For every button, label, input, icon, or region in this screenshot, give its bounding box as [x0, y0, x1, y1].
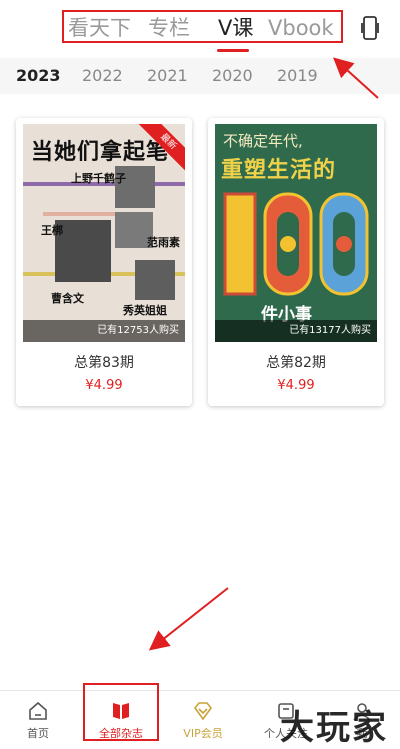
nav-home[interactable]: 首页	[0, 691, 76, 748]
magazine-card-83[interactable]: 当她们拿起笔 最新 上野千鹤子 王梆 范雨素 曹含文 秀英姐姐 已有12753人…	[16, 118, 192, 406]
magazine-cover-82: 不确定年代, 重塑生活的 件小事 已有13177人购买	[215, 124, 377, 342]
year-2020[interactable]: 2020	[212, 66, 253, 85]
year-2021[interactable]: 2021	[147, 66, 188, 85]
year-2022[interactable]: 2022	[82, 66, 123, 85]
cover-name-label: 王梆	[41, 224, 63, 237]
vip-diamond-icon	[193, 702, 213, 721]
tab-vbook[interactable]: Vbook	[268, 14, 334, 42]
magazine-cover-83: 当她们拿起笔 最新 上野千鹤子 王梆 范雨素 曹含文 秀英姐姐 已有12753人…	[23, 124, 185, 342]
nav-vip-label: VIP会员	[183, 727, 223, 740]
cover-headline: 当她们拿起笔	[31, 140, 170, 165]
home-icon	[29, 701, 47, 720]
cover-name-label: 曹含文	[51, 292, 84, 305]
year-2019[interactable]: 2019	[277, 66, 318, 85]
issue-price: ¥4.99	[277, 378, 315, 393]
tab-zhuanlan[interactable]: 专栏	[148, 14, 190, 42]
cover-headline: 重塑生活的	[221, 158, 337, 183]
cover-name-label: 秀英姐姐	[123, 304, 167, 317]
cover-name-label: 范雨素	[147, 236, 180, 249]
buyers-count: 已有12753人购买	[23, 320, 185, 342]
buyers-count: 已有13177人购买	[215, 320, 377, 342]
nav-vip[interactable]: VIP会员	[165, 691, 241, 748]
year-filter-row: 2023 2022 2021 2020 2019	[0, 58, 400, 94]
cover-photo	[55, 220, 111, 282]
cover-photo	[135, 260, 175, 300]
issue-title: 总第82期	[266, 355, 326, 371]
cover-number-art	[223, 192, 369, 296]
top-tab-bar: 看天下 专栏 V课 Vbook	[0, 0, 400, 58]
cover-subtitle: 不确定年代,	[223, 132, 303, 150]
watermark-text: 大玩家	[280, 708, 388, 748]
issue-title: 总第83期	[74, 355, 134, 371]
annotation-nav-highlight	[83, 683, 159, 741]
nav-home-label: 首页	[27, 727, 49, 740]
year-2023[interactable]: 2023	[16, 66, 61, 85]
arrow-to-all-magazines	[148, 587, 229, 651]
tab-kantianxia[interactable]: 看天下	[68, 14, 131, 42]
phone-outline-icon[interactable]	[361, 16, 379, 40]
magazine-card-82[interactable]: 不确定年代, 重塑生活的 件小事 已有13177人购买 总第82期 ¥4.99	[208, 118, 384, 406]
cover-name-label: 上野千鹤子	[71, 172, 126, 185]
active-tab-indicator	[217, 49, 249, 52]
tab-vke[interactable]: V课	[218, 14, 253, 42]
issue-price: ¥4.99	[85, 378, 123, 393]
